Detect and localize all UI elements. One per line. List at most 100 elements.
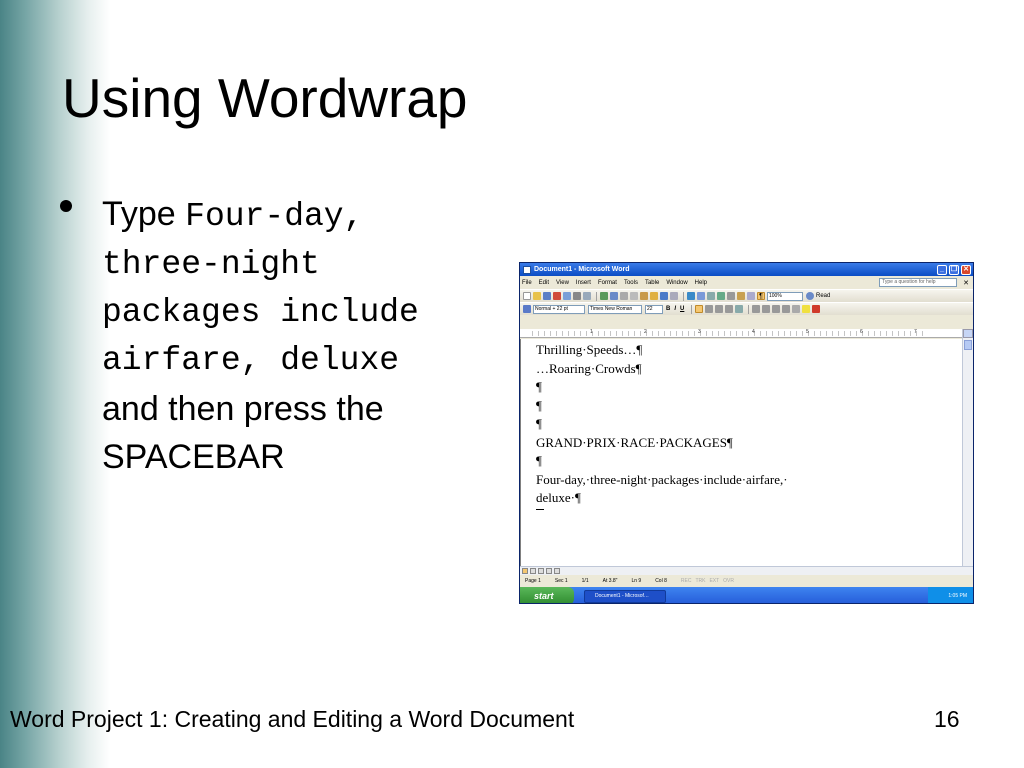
taskbar-word-button[interactable]: Document1 - Microsof… bbox=[584, 589, 666, 603]
menu-format[interactable]: Format bbox=[598, 280, 617, 286]
save-icon[interactable] bbox=[543, 292, 551, 300]
toolbar-separator bbox=[748, 304, 750, 314]
horizontal-ruler[interactable]: 1 2 3 4 5 6 7 bbox=[520, 329, 963, 338]
bullet-code-line: airfare, deluxe bbox=[102, 342, 400, 379]
align-left-icon[interactable] bbox=[695, 305, 704, 313]
status-line: Ln 9 bbox=[631, 578, 642, 584]
doc-line: ¶ bbox=[536, 397, 542, 413]
status-ext[interactable]: EXT bbox=[709, 578, 719, 584]
slide-title: Using Wordwrap bbox=[62, 67, 468, 129]
spelling-icon[interactable] bbox=[600, 292, 608, 300]
status-bar: Page 1 Sec 1 1/1 At 3.8" Ln 9 Col 8 REC … bbox=[520, 576, 973, 586]
zoom-select[interactable]: 100% bbox=[767, 291, 803, 301]
bold-button[interactable]: B bbox=[666, 306, 670, 312]
menu-file[interactable]: File bbox=[522, 280, 532, 286]
center-icon[interactable] bbox=[705, 305, 714, 313]
styles-formatting-icon[interactable] bbox=[523, 305, 531, 313]
ruler-number: 1 bbox=[590, 329, 593, 335]
outline-view-icon[interactable] bbox=[546, 568, 552, 574]
italic-button[interactable]: I bbox=[674, 306, 676, 312]
standard-toolbar: ¶ 100% Read bbox=[520, 289, 973, 302]
increase-indent-icon[interactable] bbox=[782, 305, 791, 313]
menu-view[interactable]: View bbox=[556, 280, 569, 286]
highlight-icon[interactable] bbox=[802, 305, 811, 313]
menu-bar: File Edit View Insert Format Tools Table… bbox=[520, 276, 973, 289]
bullet-code-line: Four-day, bbox=[185, 198, 364, 235]
print-icon[interactable] bbox=[573, 292, 581, 300]
scroll-up-icon[interactable] bbox=[963, 329, 973, 338]
document-page[interactable]: Thrilling·Speeds…¶ …Roaring·Crowds¶ ¶ ¶ … bbox=[520, 339, 963, 566]
restore-button[interactable]: ❐ bbox=[949, 264, 959, 275]
status-pages: 1/1 bbox=[581, 578, 589, 584]
decrease-indent-icon[interactable] bbox=[772, 305, 781, 313]
bullet-text: Type Four-day, three-night packages incl… bbox=[102, 190, 502, 481]
underline-button[interactable]: U bbox=[680, 306, 684, 312]
redo-icon[interactable] bbox=[670, 292, 678, 300]
insert-table-icon[interactable] bbox=[707, 292, 715, 300]
paste-icon[interactable] bbox=[640, 292, 648, 300]
line-spacing-icon[interactable] bbox=[735, 305, 744, 313]
formatting-toolbar: Normal + 22 pt Times New Roman 22 B I U bbox=[520, 302, 973, 315]
document-map-icon[interactable] bbox=[747, 292, 755, 300]
font-size-select[interactable]: 22 bbox=[645, 304, 663, 314]
start-button[interactable]: start bbox=[520, 587, 574, 603]
status-trk[interactable]: TRK bbox=[695, 578, 705, 584]
normal-view-icon[interactable] bbox=[522, 568, 528, 574]
print-preview-icon[interactable] bbox=[583, 292, 591, 300]
scroll-thumb[interactable] bbox=[964, 340, 972, 350]
drawing-icon[interactable] bbox=[737, 292, 745, 300]
reading-layout-view-icon[interactable] bbox=[554, 568, 560, 574]
font-select[interactable]: Times New Roman bbox=[588, 304, 642, 314]
menu-edit[interactable]: Edit bbox=[539, 280, 549, 286]
columns-icon[interactable] bbox=[727, 292, 735, 300]
horizontal-scrollbar[interactable] bbox=[520, 566, 973, 575]
menu-window[interactable]: Window bbox=[666, 280, 687, 286]
open-folder-icon[interactable] bbox=[533, 292, 541, 300]
bullet-code-line: packages include bbox=[102, 294, 419, 331]
bullet-code-line: three-night bbox=[102, 246, 320, 283]
status-rec[interactable]: REC bbox=[681, 578, 692, 584]
format-painter-icon[interactable] bbox=[650, 292, 658, 300]
doc-line: ¶ bbox=[536, 379, 542, 394]
align-right-icon[interactable] bbox=[715, 305, 724, 313]
menu-insert[interactable]: Insert bbox=[576, 280, 591, 286]
tables-borders-icon[interactable] bbox=[697, 292, 705, 300]
document-text[interactable]: Thrilling·Speeds…¶ …Roaring·Crowds¶ ¶ ¶ … bbox=[536, 341, 788, 508]
copy-icon[interactable] bbox=[630, 292, 638, 300]
status-ovr[interactable]: OVR bbox=[723, 578, 734, 584]
show-hide-pilcrow-icon[interactable]: ¶ bbox=[757, 292, 765, 300]
menu-table[interactable]: Table bbox=[645, 280, 659, 286]
font-color-icon[interactable] bbox=[812, 305, 821, 313]
print-layout-view-icon[interactable] bbox=[538, 568, 544, 574]
web-layout-view-icon[interactable] bbox=[530, 568, 536, 574]
research-icon[interactable] bbox=[610, 292, 618, 300]
system-tray-clock: 1:05 PM bbox=[928, 587, 973, 603]
cut-icon[interactable] bbox=[620, 292, 628, 300]
style-select[interactable]: Normal + 22 pt bbox=[533, 304, 585, 314]
new-document-icon[interactable] bbox=[523, 292, 531, 300]
help-icon[interactable] bbox=[806, 292, 814, 300]
minimize-button[interactable]: _ bbox=[937, 264, 947, 275]
bullet-prefix: Type bbox=[102, 195, 176, 233]
menu-help[interactable]: Help bbox=[695, 280, 707, 286]
doc-line: ¶ bbox=[536, 453, 542, 468]
end-of-document-mark bbox=[536, 509, 544, 510]
insert-excel-icon[interactable] bbox=[717, 292, 725, 300]
help-search-input[interactable]: Type a question for help bbox=[879, 278, 958, 287]
permission-icon[interactable] bbox=[553, 292, 561, 300]
email-icon[interactable] bbox=[563, 292, 571, 300]
close-button[interactable]: ✕ bbox=[961, 264, 971, 275]
undo-icon[interactable] bbox=[660, 292, 668, 300]
bullets-icon[interactable] bbox=[762, 305, 771, 313]
ruler-number: 3 bbox=[698, 329, 701, 335]
outside-border-icon[interactable] bbox=[792, 305, 801, 313]
status-column: Col 8 bbox=[655, 578, 667, 584]
status-at: At 3.8" bbox=[602, 578, 618, 584]
numbering-icon[interactable] bbox=[752, 305, 761, 313]
document-close-icon[interactable]: ✕ bbox=[963, 279, 969, 287]
vertical-scrollbar[interactable] bbox=[962, 329, 973, 566]
read-button[interactable]: Read bbox=[816, 293, 830, 299]
hyperlink-icon[interactable] bbox=[687, 292, 695, 300]
justify-icon[interactable] bbox=[725, 305, 734, 313]
menu-tools[interactable]: Tools bbox=[624, 280, 638, 286]
